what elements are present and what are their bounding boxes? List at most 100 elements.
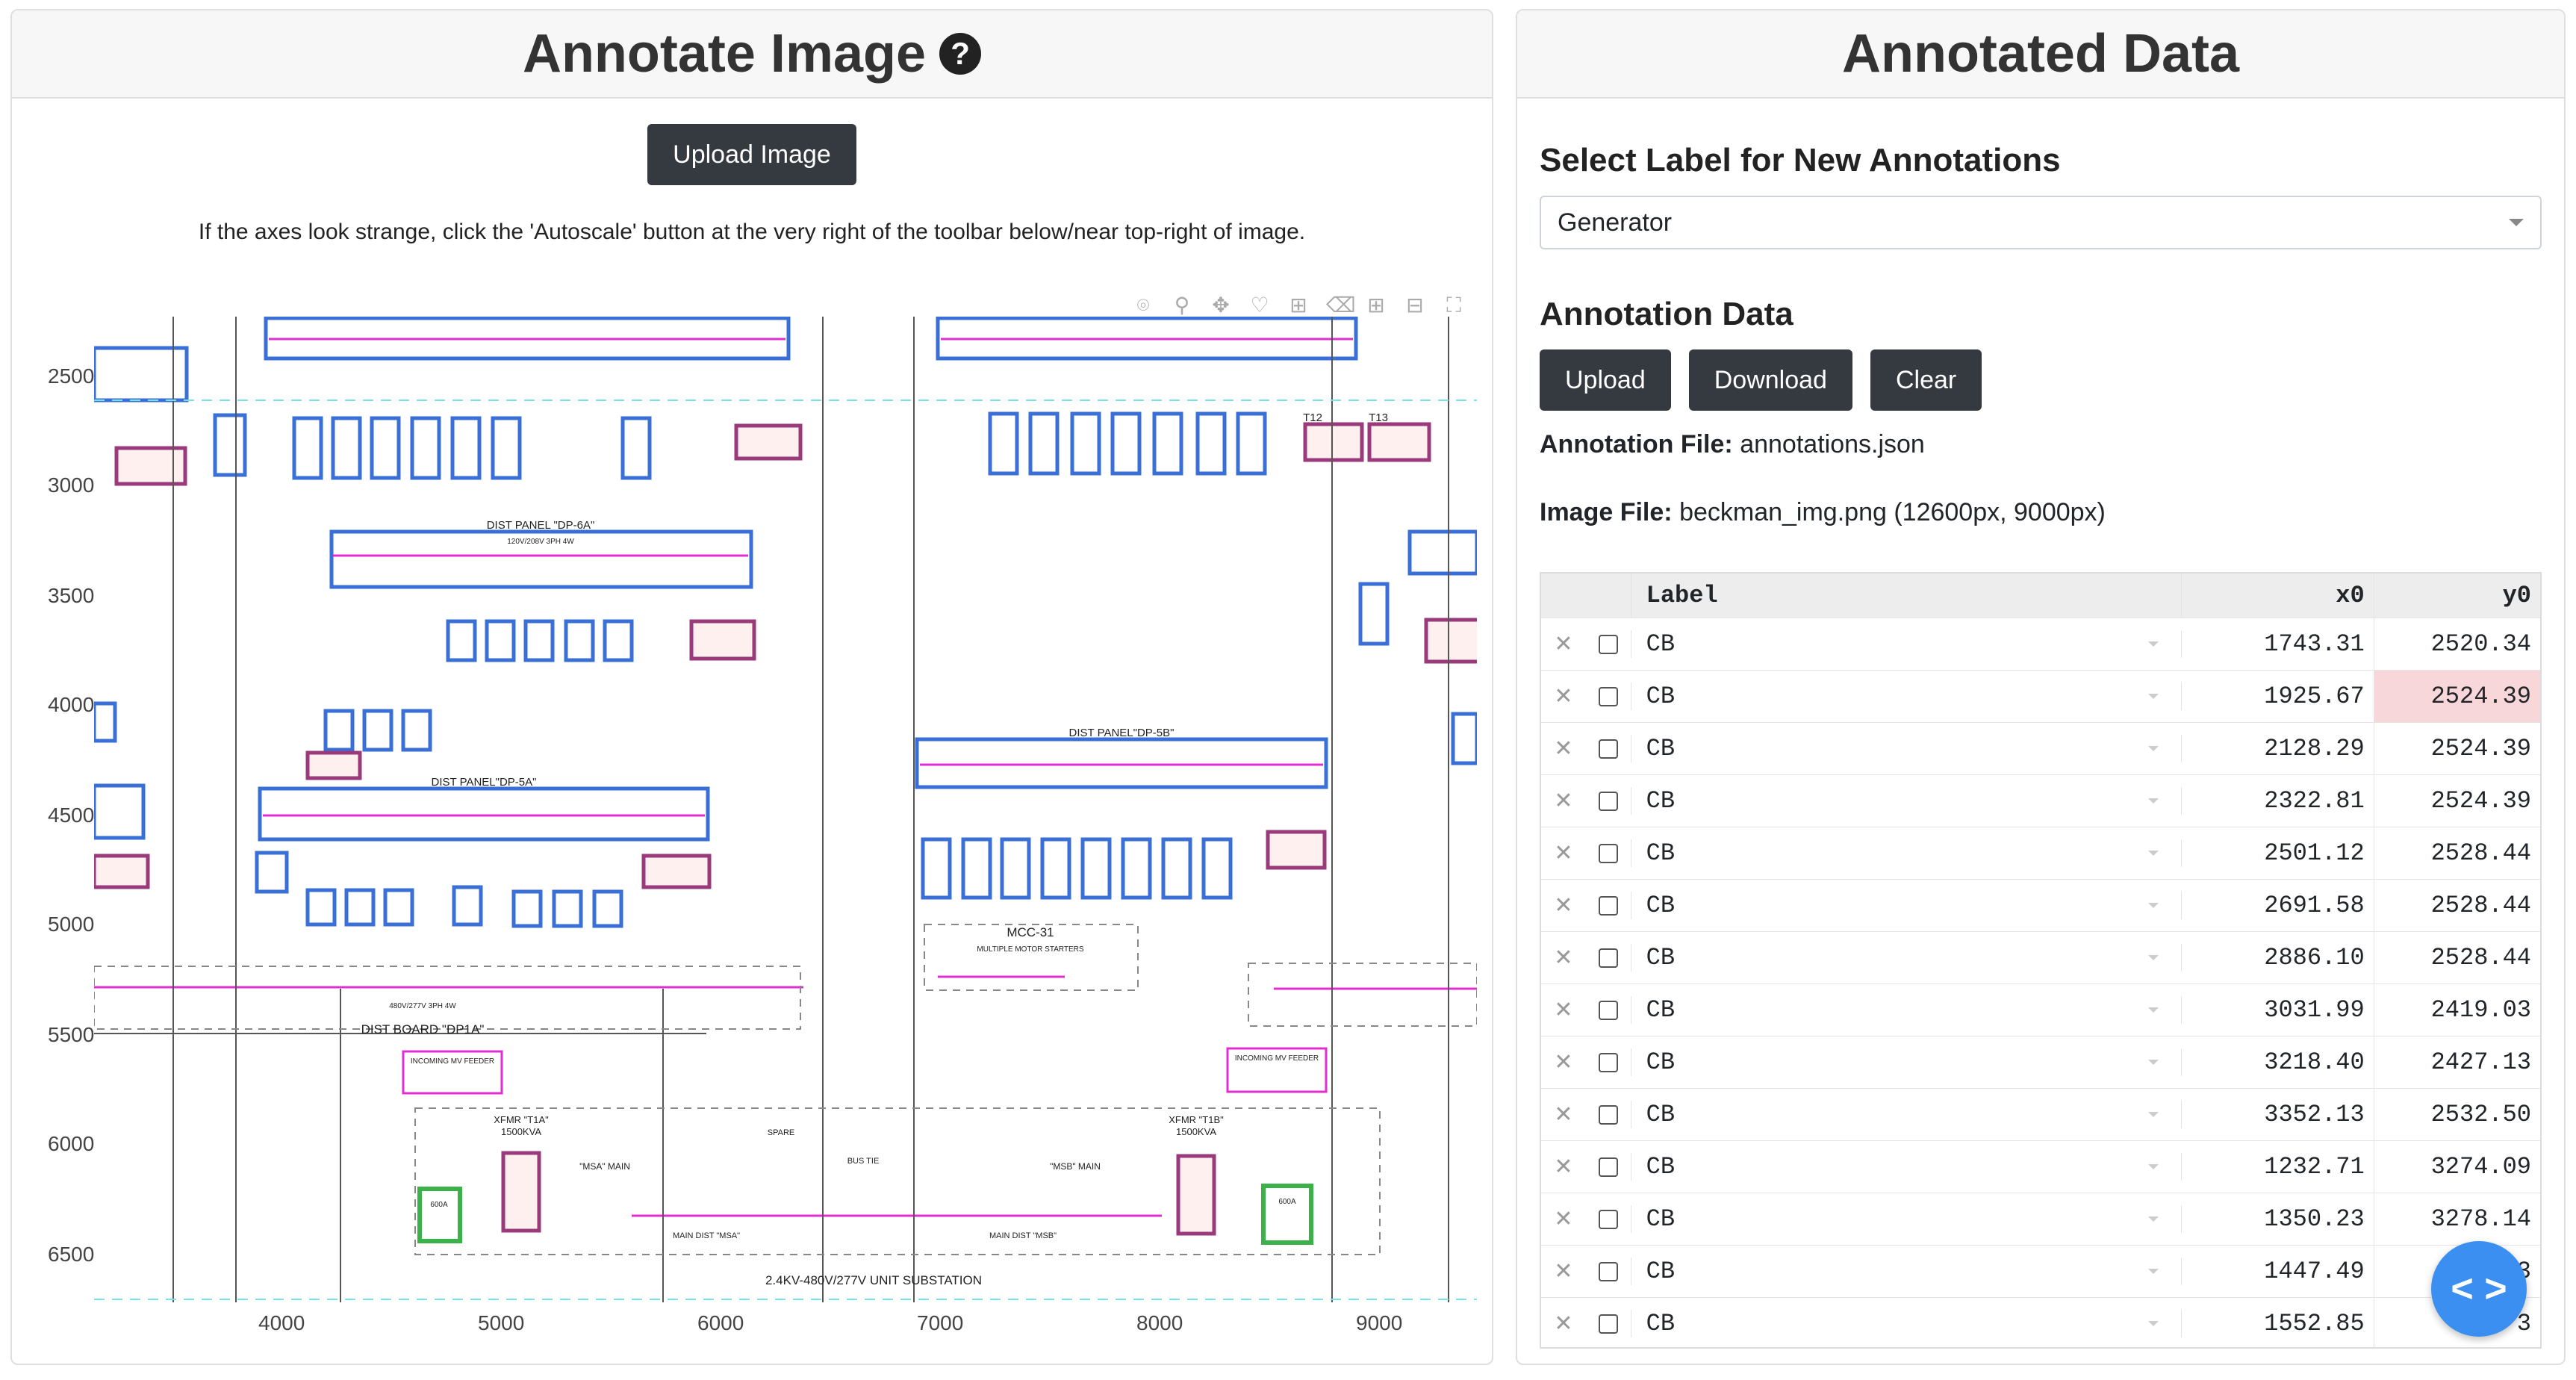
row-y0-cell[interactable]: 2419.03 (2373, 984, 2540, 1036)
table-row[interactable]: ✕ CB 2322.81 2524.39 (1541, 775, 2540, 827)
row-y0-cell[interactable]: 2528.44 (2373, 827, 2540, 879)
label-column-header[interactable]: Label (1630, 574, 2182, 618)
delete-row-icon[interactable]: ✕ (1541, 736, 1586, 762)
table-row[interactable]: ✕ CB 3031.99 2419.03 (1541, 984, 2540, 1036)
row-label-cell[interactable]: CB (1630, 1153, 2182, 1181)
delete-row-icon[interactable]: ✕ (1541, 683, 1586, 709)
help-icon[interactable]: ? (939, 33, 982, 75)
row-x0-cell[interactable]: 1743.31 (2181, 630, 2373, 658)
row-label-cell[interactable]: CB (1630, 996, 2182, 1024)
upload-button[interactable]: Upload (1540, 349, 1671, 411)
delete-row-icon[interactable]: ✕ (1541, 1206, 1586, 1232)
row-y0-cell[interactable]: 3274.09 (2373, 1141, 2540, 1193)
clear-button[interactable]: Clear (1870, 349, 1982, 411)
row-x0-cell[interactable]: 3218.40 (2181, 1048, 2373, 1076)
row-checkbox[interactable] (1586, 791, 1631, 811)
table-row[interactable]: ✕ CB 2501.12 2528.44 (1541, 827, 2540, 880)
table-row[interactable]: ✕ CB 1232.71 3274.09 (1541, 1141, 2540, 1193)
label-select[interactable]: Generator (1540, 196, 2542, 249)
row-checkbox[interactable] (1586, 948, 1631, 968)
row-checkbox[interactable] (1586, 739, 1631, 759)
draw-rect-icon[interactable]: ⊞ (1287, 294, 1310, 317)
table-row[interactable]: ✕ CB 2691.58 2528.44 (1541, 880, 2540, 932)
row-label-cell[interactable]: CB (1630, 1310, 2182, 1337)
camera-icon[interactable]: ⌾ (1132, 294, 1154, 317)
row-label-cell[interactable]: CB (1630, 735, 2182, 762)
delete-row-icon[interactable]: ✕ (1541, 1258, 1586, 1284)
row-y0-cell[interactable]: 2532.50 (2373, 1089, 2540, 1140)
delete-row-icon[interactable]: ✕ (1541, 1154, 1586, 1180)
row-x0-cell[interactable]: 2886.10 (2181, 944, 2373, 972)
image-plot[interactable]: ⌾ ⚲ ✥ ♡ ⊞ ⌫ ⊞ ⊟ ⛶ 2500 3000 3500 4000 45… (34, 287, 1490, 1355)
row-y0-cell[interactable]: 2520.34 (2373, 618, 2540, 670)
upload-image-button[interactable]: Upload Image (647, 124, 856, 185)
zoom-out-icon[interactable]: ⊟ (1404, 294, 1426, 317)
row-y0-cell[interactable]: 2524.39 (2373, 723, 2540, 774)
delete-row-icon[interactable]: ✕ (1541, 788, 1586, 814)
table-row[interactable]: ✕ CB 2886.10 2528.44 (1541, 932, 2540, 984)
table-row[interactable]: ✕ CB 1552.85 3 (1541, 1298, 2540, 1347)
delete-row-icon[interactable]: ✕ (1541, 1101, 1586, 1128)
table-row[interactable]: ✕ CB 3218.40 2427.13 (1541, 1036, 2540, 1089)
row-label-cell[interactable]: CB (1630, 1101, 2182, 1128)
row-y0-cell[interactable]: 3278.14 (2373, 1193, 2540, 1245)
row-x0-cell[interactable]: 2128.29 (2181, 735, 2373, 762)
row-label-cell[interactable]: CB (1630, 1048, 2182, 1076)
autoscale-icon[interactable]: ⛶ (1443, 294, 1465, 317)
delete-row-icon[interactable]: ✕ (1541, 840, 1586, 866)
row-label-cell[interactable]: CB (1630, 1258, 2182, 1285)
row-checkbox[interactable] (1586, 634, 1631, 654)
row-checkbox[interactable] (1586, 1052, 1631, 1072)
row-x0-cell[interactable]: 1925.67 (2181, 683, 2373, 710)
row-y0-cell[interactable]: 2528.44 (2373, 880, 2540, 931)
row-label-cell[interactable]: CB (1630, 683, 2182, 710)
row-x0-cell[interactable]: 1350.23 (2181, 1205, 2373, 1233)
x0-column-header[interactable]: x0 (2181, 574, 2373, 618)
lasso-icon[interactable]: ♡ (1248, 294, 1271, 317)
table-row[interactable]: ✕ CB 1447.49 3 (1541, 1246, 2540, 1298)
delete-row-icon[interactable]: ✕ (1541, 892, 1586, 919)
row-checkbox[interactable] (1586, 843, 1631, 863)
row-x0-cell[interactable]: 3352.13 (2181, 1101, 2373, 1128)
row-x0-cell[interactable]: 1232.71 (2181, 1153, 2373, 1181)
delete-row-icon[interactable]: ✕ (1541, 1311, 1586, 1337)
row-label-cell[interactable]: CB (1630, 944, 2182, 972)
table-row[interactable]: ✕ CB 1743.31 2520.34 (1541, 618, 2540, 671)
row-checkbox[interactable] (1586, 1261, 1631, 1281)
row-label-cell[interactable]: CB (1630, 839, 2182, 867)
y0-column-header[interactable]: y0 (2373, 574, 2540, 618)
row-x0-cell[interactable]: 2691.58 (2181, 892, 2373, 919)
row-label-cell[interactable]: CB (1630, 630, 2182, 658)
row-x0-cell[interactable]: 2322.81 (2181, 787, 2373, 815)
download-button[interactable]: Download (1688, 349, 1852, 411)
row-label-cell[interactable]: CB (1630, 1205, 2182, 1233)
row-label-cell[interactable]: CB (1630, 787, 2182, 815)
row-x0-cell[interactable]: 1552.85 (2181, 1310, 2373, 1337)
delete-row-icon[interactable]: ✕ (1541, 631, 1586, 657)
table-row[interactable]: ✕ CB 1350.23 3278.14 (1541, 1193, 2540, 1246)
delete-row-icon[interactable]: ✕ (1541, 945, 1586, 971)
table-row[interactable]: ✕ CB 2128.29 2524.39 (1541, 723, 2540, 775)
zoom-in-icon[interactable]: ⊞ (1365, 294, 1387, 317)
row-label-cell[interactable]: CB (1630, 892, 2182, 919)
delete-row-icon[interactable]: ✕ (1541, 1049, 1586, 1075)
row-checkbox[interactable] (1586, 895, 1631, 916)
row-y0-cell[interactable]: 2528.44 (2373, 932, 2540, 983)
row-checkbox[interactable] (1586, 1104, 1631, 1125)
zoom-icon[interactable]: ⚲ (1171, 294, 1193, 317)
row-checkbox[interactable] (1586, 1209, 1631, 1229)
row-checkbox[interactable] (1586, 686, 1631, 706)
row-checkbox[interactable] (1586, 1000, 1631, 1020)
row-y0-cell[interactable]: 2427.13 (2373, 1036, 2540, 1088)
row-y0-cell[interactable]: 2524.39 (2373, 671, 2540, 722)
delete-row-icon[interactable]: ✕ (1541, 997, 1586, 1023)
row-x0-cell[interactable]: 3031.99 (2181, 996, 2373, 1024)
table-row[interactable]: ✕ CB 3352.13 2532.50 (1541, 1089, 2540, 1141)
pan-icon[interactable]: ✥ (1210, 294, 1232, 317)
row-x0-cell[interactable]: 2501.12 (2181, 839, 2373, 867)
row-checkbox[interactable] (1586, 1314, 1631, 1334)
erase-icon[interactable]: ⌫ (1326, 294, 1356, 317)
row-y0-cell[interactable]: 2524.39 (2373, 775, 2540, 827)
table-row[interactable]: ✕ CB 1925.67 2524.39 (1541, 671, 2540, 723)
code-toggle-button[interactable]: < > (2431, 1241, 2527, 1337)
